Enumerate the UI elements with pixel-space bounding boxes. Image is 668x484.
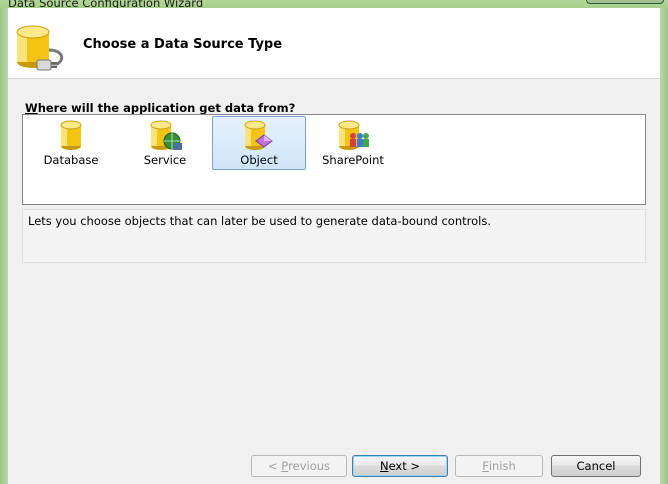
question-label: Where will the application get data from… [25, 101, 295, 115]
next-mnemonic: N [379, 459, 389, 473]
object-icon [244, 120, 273, 150]
database-icon [60, 120, 82, 150]
data-source-service[interactable]: Service [118, 116, 212, 170]
wizard-client-area: Choose a Data Source Type Where will the… [8, 8, 660, 484]
data-source-database[interactable]: Database [24, 116, 118, 170]
next-button[interactable]: Next > [352, 455, 448, 477]
next-rest: ext > [388, 459, 421, 473]
window-frame-left [0, 8, 8, 484]
page-title: Choose a Data Source Type [83, 37, 283, 52]
data-source-label: SharePoint [322, 153, 384, 167]
finish-button[interactable]: Finish [455, 455, 543, 477]
close-window-button[interactable] [586, 0, 664, 4]
previous-prefix: < [267, 459, 282, 473]
title-bar[interactable]: Data Source Configuration Wizard [0, 0, 668, 10]
question-text: here will the application get data from? [37, 101, 296, 115]
previous-button[interactable]: < Previous [251, 455, 347, 477]
data-source-sharepoint[interactable]: SharePoint [306, 116, 400, 170]
data-source-object[interactable]: Object [212, 116, 306, 170]
description-panel: Lets you choose objects that can later b… [22, 209, 646, 263]
data-source-label: Service [143, 153, 187, 167]
wizard-header: Choose a Data Source Type [8, 8, 660, 79]
window-frame-right [660, 8, 668, 484]
wizard-window: Data Source Configuration Wizard Choose … [0, 0, 668, 484]
previous-mnemonic: P [281, 459, 289, 473]
finish-mnemonic: F [482, 459, 489, 473]
wizard-body: Where will the application get data from… [8, 79, 660, 484]
service-icon [150, 120, 182, 150]
data-source-label: Object [240, 153, 278, 167]
previous-rest: revious [288, 459, 331, 473]
cancel-button[interactable]: Cancel [551, 455, 641, 477]
finish-rest: inish [488, 459, 516, 473]
sharepoint-icon [338, 120, 369, 150]
description-text: Lets you choose objects that can later b… [28, 214, 491, 228]
question-mnemonic: W [25, 101, 38, 115]
data-source-list[interactable]: Database Service Object SharePoint [22, 114, 646, 205]
data-source-plug-icon [16, 25, 64, 71]
data-source-label: Database [43, 153, 99, 167]
